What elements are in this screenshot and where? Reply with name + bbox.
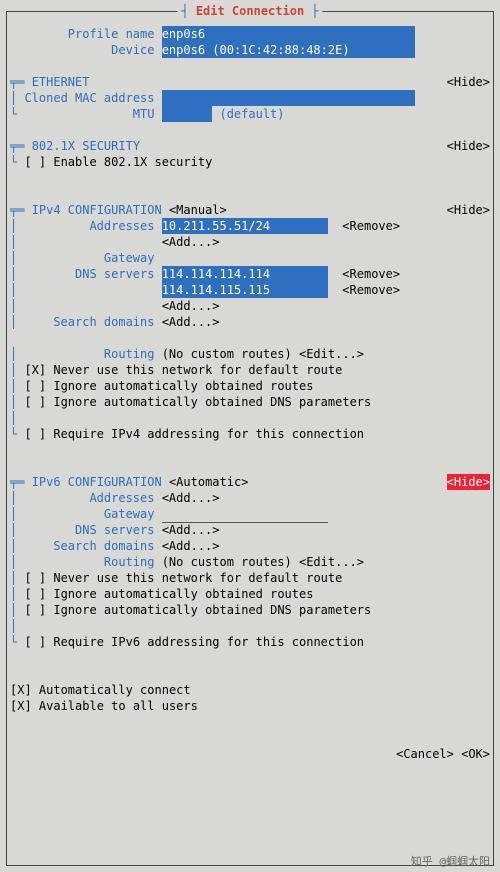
ipv6-dns-add-button[interactable]: <Add...> <box>162 522 220 538</box>
8021x-hide-button[interactable]: <Hide> <box>447 138 490 154</box>
ipv6-mode-select[interactable]: <Automatic> <box>169 474 248 490</box>
cancel-button[interactable]: <Cancel> <box>396 746 454 762</box>
ipv4-dns2-input[interactable]: 114.114.115.115 <box>162 282 328 298</box>
label-ipv4-addresses: Addresses <box>24 218 154 234</box>
cloned-mac-input[interactable] <box>162 90 415 106</box>
label-ipv4-routing: Routing <box>24 346 154 362</box>
label-ipv4-gateway: Gateway <box>24 250 154 266</box>
label-ipv6-routing: Routing <box>24 554 154 570</box>
ipv4-address-input[interactable]: 10.211.55.51/24 <box>162 218 328 234</box>
section-ethernet: ETHERNET <box>32 74 90 90</box>
ipv6-gateway-input[interactable] <box>162 506 328 523</box>
ipv4-dns1-remove-button[interactable]: <Remove> <box>342 266 400 282</box>
ipv4-routing-edit-button[interactable]: <Edit...> <box>299 346 364 362</box>
ipv6-never-default-checkbox[interactable]: [ ] <box>24 570 53 586</box>
auto-connect-checkbox[interactable]: [X] <box>10 682 39 698</box>
ethernet-hide-button[interactable]: <Hide> <box>447 74 490 90</box>
ok-button[interactable]: <OK> <box>461 746 490 762</box>
ipv6-hide-button[interactable]: <Hide> <box>447 474 490 490</box>
ipv6-ign-dns-checkbox[interactable]: [ ] <box>24 602 53 618</box>
ipv4-dns2-remove-button[interactable]: <Remove> <box>342 282 400 298</box>
label-mtu: MTU <box>24 106 154 122</box>
ipv4-dns-add-button[interactable]: <Add...> <box>162 298 220 314</box>
ipv4-dns1-input[interactable]: 114.114.114.114 <box>162 266 328 282</box>
label-profile-name: Profile name <box>10 26 154 42</box>
window-title: ┤ Edit Connection ├ <box>177 3 322 19</box>
ipv4-address-add-button[interactable]: <Add...> <box>162 234 220 250</box>
label-ipv6-search: Search domains <box>24 538 154 554</box>
section-ipv4: IPv4 CONFIGURATION <box>32 202 162 218</box>
label-ipv6-gateway: Gateway <box>24 506 154 522</box>
profile-name-input[interactable]: enp0s6 <box>162 26 415 42</box>
ipv4-require-checkbox[interactable]: [ ] <box>24 426 53 442</box>
enable-8021x-checkbox[interactable]: [ ] <box>24 154 53 170</box>
ipv6-require-checkbox[interactable]: [ ] <box>24 634 53 650</box>
ipv4-address-remove-button[interactable]: <Remove> <box>342 218 400 234</box>
label-device: Device <box>10 42 154 58</box>
ipv4-hide-button[interactable]: <Hide> <box>447 202 490 218</box>
ipv6-search-add-button[interactable]: <Add...> <box>162 538 220 554</box>
section-8021x: 802.1X SECURITY <box>32 138 140 154</box>
ipv4-gateway-input[interactable] <box>162 250 328 267</box>
ipv6-routing-edit-button[interactable]: <Edit...> <box>299 554 364 570</box>
mtu-input[interactable] <box>162 106 213 122</box>
watermark: 知乎 @蝈蝈太阳 <box>411 854 490 870</box>
ipv6-routing-value: (No custom routes) <box>162 554 292 570</box>
label-cloned-mac: Cloned MAC address <box>24 90 154 106</box>
ipv6-address-add-button[interactable]: <Add...> <box>162 490 220 506</box>
ipv4-ign-routes-checkbox[interactable]: [ ] <box>24 378 53 394</box>
all-users-checkbox[interactable]: [X] <box>10 698 39 714</box>
enable-8021x-label: Enable 802.1X security <box>53 154 212 170</box>
ipv4-mode-select[interactable]: <Manual> <box>169 202 227 218</box>
label-ipv4-search: Search domains <box>24 314 154 330</box>
device-input[interactable]: enp0s6 (00:1C:42:88:48:2E) <box>162 42 415 58</box>
ipv4-routing-value: (No custom routes) <box>162 346 292 362</box>
label-ipv6-dns: DNS servers <box>24 522 154 538</box>
mtu-default-hint: (default) <box>219 106 284 122</box>
label-ipv6-addresses: Addresses <box>24 490 154 506</box>
ipv6-ign-routes-checkbox[interactable]: [ ] <box>24 586 53 602</box>
ipv4-search-add-button[interactable]: <Add...> <box>162 314 220 330</box>
ipv4-never-default-checkbox[interactable]: [X] <box>24 362 53 378</box>
section-ipv6: IPv6 CONFIGURATION <box>32 474 162 490</box>
ipv4-ign-dns-checkbox[interactable]: [ ] <box>24 394 53 410</box>
label-ipv4-dns: DNS servers <box>24 266 154 282</box>
